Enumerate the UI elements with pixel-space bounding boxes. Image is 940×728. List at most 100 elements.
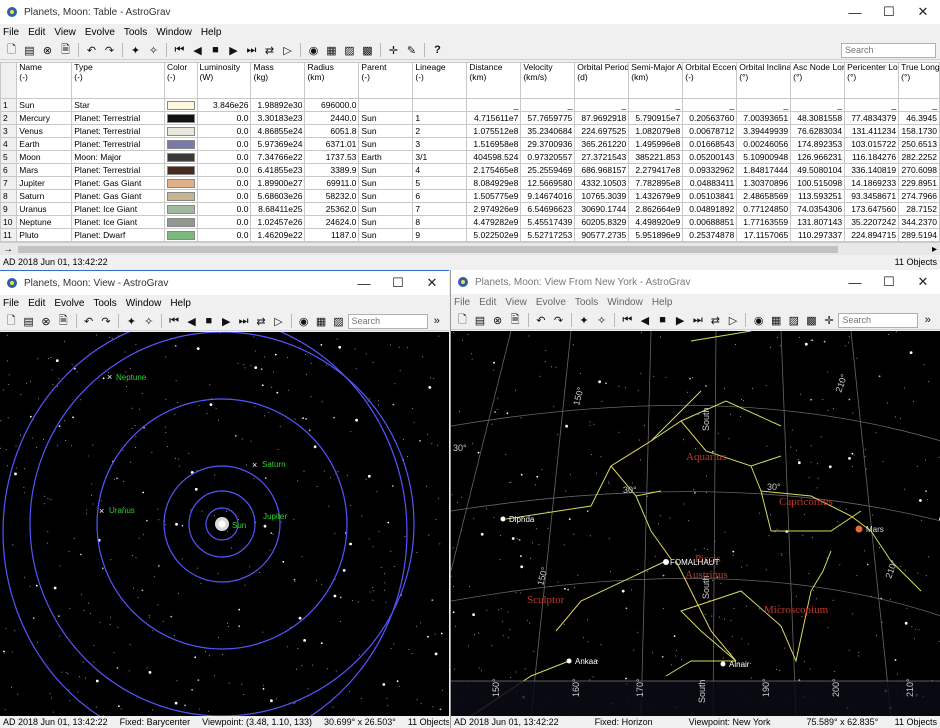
- row-number[interactable]: 5: [0, 150, 18, 164]
- table-cell[interactable]: 6.41855e23: [250, 163, 306, 177]
- row-number[interactable]: 6: [0, 163, 18, 177]
- table-cell[interactable]: 1737.53: [304, 150, 360, 164]
- column-header[interactable]: Orbital Inclination(°): [736, 62, 792, 99]
- rewind-icon[interactable]: ⏮: [166, 313, 182, 330]
- table-cell[interactable]: _: [682, 98, 738, 112]
- new-table-icon[interactable]: ▤: [20, 313, 36, 330]
- wand-icon[interactable]: ✦: [123, 313, 139, 330]
- menu-window[interactable]: Window: [156, 27, 192, 38]
- table-cell[interactable]: Moon: Major: [71, 150, 165, 164]
- save-pdf-icon[interactable]: 🗎: [57, 42, 74, 59]
- play-icon[interactable]: ▶: [225, 42, 242, 59]
- play-icon[interactable]: ▶: [218, 313, 234, 330]
- table-cell[interactable]: [358, 98, 414, 112]
- column-header[interactable]: Type (-): [71, 62, 165, 99]
- new-file-icon[interactable]: 🗋: [3, 313, 19, 330]
- table-cell[interactable]: 2.48658569: [736, 189, 792, 203]
- color-swatch[interactable]: [166, 100, 195, 110]
- chart-icon[interactable]: ▩: [359, 42, 376, 59]
- table-cell[interactable]: 1.505775e9: [466, 189, 522, 203]
- table-cell[interactable]: 5.022502e9: [466, 228, 522, 242]
- table-cell[interactable]: 0.00678712: [682, 124, 738, 138]
- row-number[interactable]: 9: [0, 202, 18, 216]
- table-cell[interactable]: 3389.9: [304, 163, 360, 177]
- table-cell[interactable]: 0.0: [196, 137, 252, 151]
- stop-icon[interactable]: ■: [207, 42, 224, 59]
- table-cell[interactable]: 60205.8329: [574, 215, 630, 229]
- table-cell[interactable]: 336.140819: [844, 163, 900, 177]
- close-button[interactable]: ✕: [906, 270, 940, 294]
- table-cell[interactable]: 282.2252: [898, 150, 940, 164]
- table-cell[interactable]: 5.45517439: [520, 215, 576, 229]
- table-row[interactable]: 9 Uranus Planet: Ice Giant 0.0 8.68411e25 253…: [0, 202, 940, 216]
- step-back-icon[interactable]: ◀: [189, 42, 206, 59]
- table-cell[interactable]: 289.5194: [898, 228, 940, 242]
- table-cell[interactable]: 116.184276: [844, 150, 900, 164]
- close-doc-icon[interactable]: ⊗: [489, 312, 506, 329]
- table-cell[interactable]: _: [574, 98, 630, 112]
- step-icon[interactable]: ▷: [279, 42, 296, 59]
- table-cell[interactable]: 2440.0: [304, 111, 360, 125]
- star-alnair[interactable]: [720, 661, 726, 667]
- star-fomalhaut[interactable]: [663, 559, 669, 565]
- table-cell[interactable]: 1.432679e9: [628, 189, 684, 203]
- menu-window[interactable]: Window: [126, 298, 162, 309]
- reverse-icon[interactable]: ⇄: [261, 42, 278, 59]
- table-cell[interactable]: Sun: [358, 111, 414, 125]
- table-cell[interactable]: [163, 202, 198, 216]
- table-cell[interactable]: Mars: [16, 163, 73, 177]
- close-button[interactable]: ✕: [906, 0, 940, 24]
- color-swatch[interactable]: [166, 113, 195, 123]
- table-cell[interactable]: 0.0: [196, 111, 252, 125]
- step-back-icon[interactable]: ◀: [637, 312, 654, 329]
- view-window-titlebar[interactable]: Planets, Moon: View - AstroGrav — ☐ ✕: [0, 271, 449, 295]
- table-cell[interactable]: 29.3700936: [520, 137, 576, 151]
- table-cell[interactable]: 1.46209e22: [250, 228, 306, 242]
- neptune-marker[interactable]: ×: [107, 372, 112, 382]
- row-number[interactable]: 7: [0, 176, 18, 190]
- column-header[interactable]: Orbital Period (d): [574, 62, 630, 99]
- color-swatch[interactable]: [166, 126, 195, 136]
- table-cell[interactable]: Planet: Terrestrial: [71, 137, 165, 151]
- table-cell[interactable]: 3: [412, 137, 468, 151]
- table-corner[interactable]: [0, 62, 18, 99]
- table-cell[interactable]: 35.2340684: [520, 124, 576, 138]
- table-cell[interactable]: 2.279417e8: [628, 163, 684, 177]
- table-cell[interactable]: _: [466, 98, 522, 112]
- menu-edit[interactable]: Edit: [479, 297, 496, 308]
- table-cell[interactable]: 103.015722: [844, 137, 900, 151]
- table-cell[interactable]: [163, 189, 198, 203]
- table-cell[interactable]: 0.00688851: [682, 215, 738, 229]
- reverse-icon[interactable]: ⇄: [707, 312, 724, 329]
- table-cell[interactable]: Mercury: [16, 111, 73, 125]
- table-cell[interactable]: _: [736, 98, 792, 112]
- table-cell[interactable]: 9.14674016: [520, 189, 576, 203]
- table-cell[interactable]: _: [628, 98, 684, 112]
- table-cell[interactable]: 158.1730: [898, 124, 940, 138]
- table-cell[interactable]: 0.05200143: [682, 150, 738, 164]
- table-cell[interactable]: 1.98892e30: [250, 98, 306, 112]
- table-cell[interactable]: Planet: Ice Giant: [71, 215, 165, 229]
- wand-icon[interactable]: ✦: [576, 312, 593, 329]
- table-cell[interactable]: 58232.0: [304, 189, 360, 203]
- row-number[interactable]: 11: [0, 228, 18, 242]
- table-cell[interactable]: Uranus: [16, 202, 73, 216]
- table-cell[interactable]: 1.84817444: [736, 163, 792, 177]
- menu-edit[interactable]: Edit: [28, 298, 45, 309]
- row-number[interactable]: 3: [0, 124, 18, 138]
- sun-marker[interactable]: [218, 520, 226, 528]
- table-cell[interactable]: 76.6283034: [790, 124, 846, 138]
- menu-help[interactable]: Help: [201, 27, 222, 38]
- redo-icon[interactable]: ↷: [550, 312, 567, 329]
- row-number[interactable]: 8: [0, 189, 18, 203]
- table-cell[interactable]: Sun: [358, 124, 414, 138]
- table-cell[interactable]: 8.084929e8: [466, 176, 522, 190]
- redo-icon[interactable]: ↷: [98, 313, 114, 330]
- star-ankaa[interactable]: [566, 658, 572, 664]
- table-cell[interactable]: 250.6513: [898, 137, 940, 151]
- table-cell[interactable]: 25362.0: [304, 202, 360, 216]
- step-back-icon[interactable]: ◀: [183, 313, 199, 330]
- saturn-marker[interactable]: ×: [252, 460, 257, 470]
- table-cell[interactable]: [163, 124, 198, 138]
- table-cell[interactable]: Star: [71, 98, 165, 112]
